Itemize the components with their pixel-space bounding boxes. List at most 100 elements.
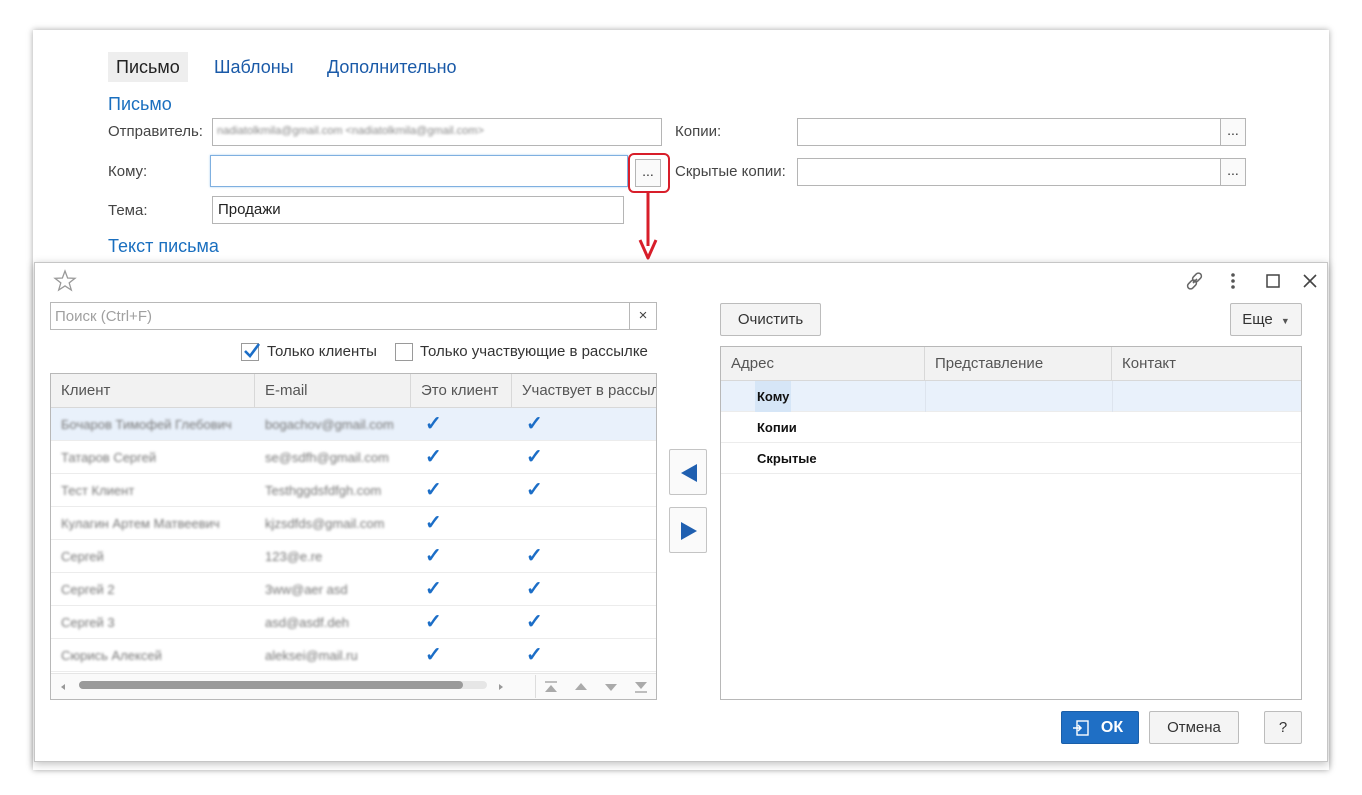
cc-field[interactable] bbox=[797, 118, 1221, 146]
horizontal-scrollbar[interactable] bbox=[79, 681, 487, 689]
client-name-cell: Сергей 3 bbox=[61, 615, 115, 630]
bcc-label: Скрытые копии: bbox=[675, 163, 786, 180]
clients-table: Клиент E-mail Это клиент Участвует в рас… bbox=[50, 373, 657, 700]
last-row-icon[interactable] bbox=[632, 679, 650, 695]
only-mailing-checkbox[interactable] bbox=[395, 343, 413, 361]
bcc-select-button[interactable]: ... bbox=[1220, 158, 1246, 186]
column-representation[interactable]: Представление bbox=[925, 347, 1112, 381]
only-clients-label: Только клиенты bbox=[267, 343, 377, 360]
to-label: Кому: bbox=[108, 163, 148, 180]
tab-templates[interactable]: Шаблоны bbox=[206, 52, 302, 82]
tab-additional[interactable]: Дополнительно bbox=[319, 52, 465, 82]
is-client-check-icon: ✓ bbox=[425, 545, 442, 567]
table-row[interactable]: Сюрись Алексей aleksei@mail.ru ✓ ✓ bbox=[51, 639, 656, 672]
is-client-check-icon: ✓ bbox=[425, 644, 442, 666]
pointer-arrow-icon bbox=[638, 192, 658, 260]
ok-button-label: ОК bbox=[1100, 719, 1124, 736]
only-mailing-label: Только участвующие в рассылке bbox=[420, 343, 648, 360]
prev-row-icon[interactable] bbox=[572, 679, 590, 695]
recipient-group-to[interactable]: Кому bbox=[721, 381, 1301, 412]
table-row[interactable]: Бочаров Тимофей Глебович bogachov@gmail.c… bbox=[51, 408, 656, 441]
search-input[interactable]: Поиск (Ctrl+F) × bbox=[50, 302, 657, 330]
client-email-cell: asd@asdf.deh bbox=[265, 615, 350, 630]
column-email[interactable]: E-mail bbox=[255, 374, 411, 408]
more-button[interactable]: Еще ▼ bbox=[1230, 303, 1302, 336]
search-clear-button[interactable]: × bbox=[629, 303, 656, 329]
document-arrow-icon bbox=[1073, 720, 1089, 736]
client-email-cell: se@sdfh@gmail.com bbox=[265, 450, 389, 465]
maximize-icon[interactable] bbox=[1265, 273, 1281, 289]
is-client-check-icon: ✓ bbox=[425, 446, 442, 468]
ok-button[interactable]: ОК bbox=[1061, 711, 1139, 744]
tab-letter[interactable]: Письмо bbox=[108, 52, 188, 82]
scroll-right-icon[interactable] bbox=[497, 683, 505, 691]
recipient-group-cc[interactable]: Копии bbox=[721, 412, 1301, 443]
cc-select-button[interactable]: ... bbox=[1220, 118, 1246, 146]
is-client-check-icon: ✓ bbox=[425, 413, 442, 435]
column-client[interactable]: Клиент bbox=[51, 374, 255, 408]
subject-field[interactable]: Продажи bbox=[212, 196, 624, 224]
row-navigation bbox=[535, 675, 655, 698]
mailing-check-icon: ✓ bbox=[526, 578, 543, 600]
is-client-check-icon: ✓ bbox=[425, 512, 442, 534]
column-address[interactable]: Адрес bbox=[721, 347, 925, 381]
scrollbar-thumb[interactable] bbox=[79, 681, 463, 689]
client-name-cell: Татаров Сергей bbox=[61, 450, 157, 465]
recipients-table-header: Адрес Представление Контакт bbox=[721, 347, 1301, 381]
column-mailing[interactable]: Участвует в рассылке bbox=[512, 374, 656, 408]
client-name-cell: Сергей bbox=[61, 549, 104, 564]
only-clients-checkbox[interactable] bbox=[241, 343, 261, 361]
client-email-cell: bogachov@gmail.com bbox=[265, 417, 394, 432]
table-row[interactable]: Тест Клиент Testhggdsfdfgh.com ✓ ✓ bbox=[51, 474, 656, 507]
add-recipient-button[interactable] bbox=[669, 449, 707, 495]
mailing-check-icon: ✓ bbox=[526, 644, 543, 666]
sender-field[interactable]: nadiatolkmila@gmail.com <nadiatolkmila@g… bbox=[212, 118, 662, 146]
client-name-cell: Сергей 2 bbox=[61, 582, 115, 597]
more-vertical-icon[interactable] bbox=[1227, 271, 1239, 291]
cancel-button[interactable]: Отмена bbox=[1149, 711, 1239, 744]
remove-recipient-button[interactable] bbox=[669, 507, 707, 553]
to-select-button[interactable]: ... bbox=[635, 159, 661, 187]
sender-value: nadiatolkmila@gmail.com <nadiatolkmila@g… bbox=[217, 125, 484, 137]
mailing-check-icon: ✓ bbox=[526, 479, 543, 501]
cc-label: Копии: bbox=[675, 123, 722, 140]
client-email-cell: aleksei@mail.ru bbox=[265, 648, 358, 663]
close-icon[interactable] bbox=[1301, 272, 1319, 290]
client-email-cell: kjzsdfds@gmail.com bbox=[265, 516, 385, 531]
column-divider bbox=[925, 381, 926, 412]
client-name-cell: Кулагин Артем Матвеевич bbox=[61, 516, 220, 531]
arrow-right-icon bbox=[681, 522, 697, 540]
bcc-field[interactable] bbox=[797, 158, 1221, 186]
is-client-check-icon: ✓ bbox=[425, 578, 442, 600]
search-placeholder: Поиск (Ctrl+F) bbox=[55, 308, 152, 325]
scroll-left-icon[interactable] bbox=[59, 683, 67, 691]
client-name-cell: Тест Клиент bbox=[61, 483, 135, 498]
recipient-group-bcc[interactable]: Скрытые bbox=[721, 443, 1301, 474]
subject-label: Тема: bbox=[108, 202, 148, 219]
column-is-client[interactable]: Это клиент bbox=[411, 374, 512, 408]
table-row[interactable]: Сергей 2 3ww@aer asd ✓ ✓ bbox=[51, 573, 656, 606]
to-field[interactable] bbox=[210, 155, 628, 187]
recipient-group-label: Скрытые bbox=[757, 451, 817, 466]
more-button-label: Еще bbox=[1242, 311, 1273, 328]
recipients-table: Адрес Представление Контакт Кому Копии С… bbox=[720, 346, 1302, 700]
chevron-down-icon: ▼ bbox=[1280, 316, 1290, 326]
column-contact[interactable]: Контакт bbox=[1112, 347, 1301, 381]
star-icon[interactable] bbox=[53, 269, 77, 293]
mailing-check-icon: ✓ bbox=[526, 545, 543, 567]
link-icon[interactable] bbox=[1185, 271, 1205, 291]
clear-button[interactable]: Очистить bbox=[720, 303, 821, 336]
sender-label: Отправитель: bbox=[108, 123, 203, 140]
client-name-cell: Сюрись Алексей bbox=[61, 648, 162, 663]
help-button[interactable]: ? bbox=[1264, 711, 1302, 744]
table-row[interactable]: Кулагин Артем Матвеевич kjzsdfds@gmail.co… bbox=[51, 507, 656, 540]
table-row[interactable]: Сергей 123@e.re ✓ ✓ bbox=[51, 540, 656, 573]
next-row-icon[interactable] bbox=[602, 679, 620, 695]
first-row-icon[interactable] bbox=[542, 679, 560, 695]
clients-table-header: Клиент E-mail Это клиент Участвует в рас… bbox=[51, 374, 656, 408]
table-row[interactable]: Татаров Сергей se@sdfh@gmail.com ✓ ✓ bbox=[51, 441, 656, 474]
client-email-cell: 123@e.re bbox=[265, 549, 323, 564]
is-client-check-icon: ✓ bbox=[425, 611, 442, 633]
table-row[interactable]: Сергей 3 asd@asdf.deh ✓ ✓ bbox=[51, 606, 656, 639]
client-email-cell: 3ww@aer asd bbox=[265, 582, 348, 597]
